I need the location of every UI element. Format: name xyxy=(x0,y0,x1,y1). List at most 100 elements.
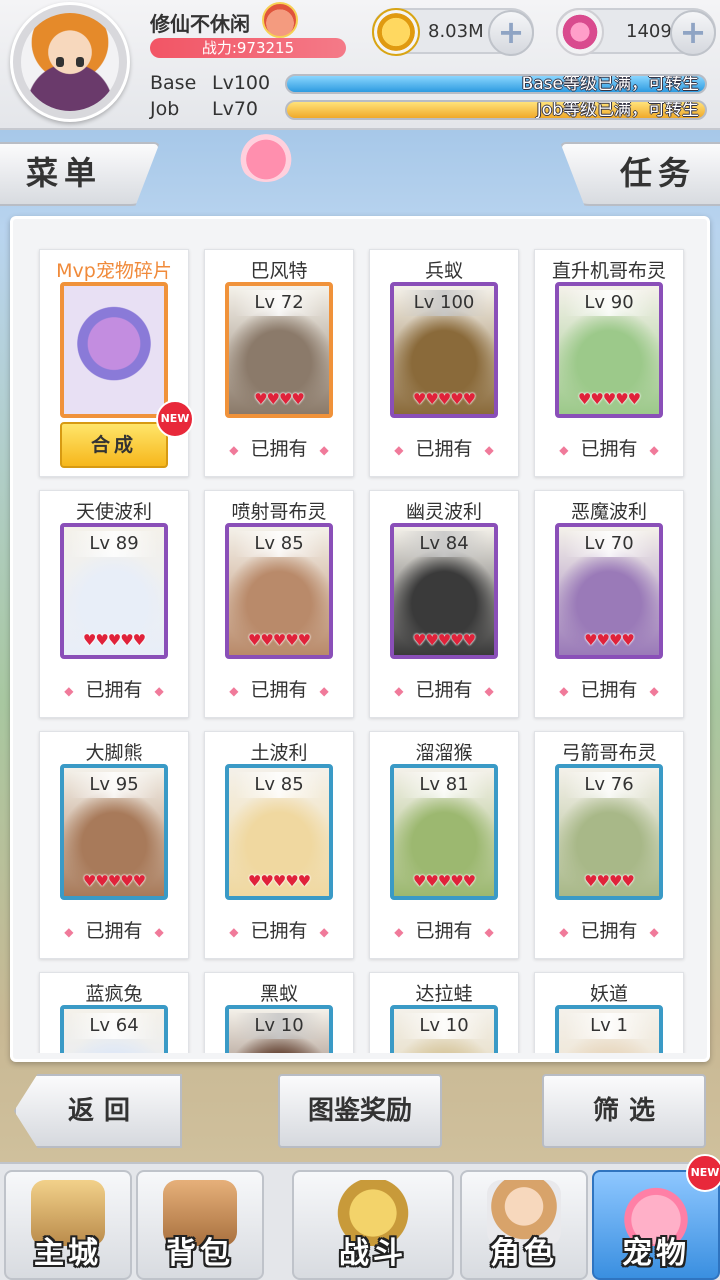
pet-grid[interactable]: Mvp宠物碎片 合成 NEW 巴风特 Lv 72 ♥♥♥♥ ◆ 已拥有 ◆ 兵蚁 Lv 100… xyxy=(13,219,707,1053)
pet-level: Lv 72 xyxy=(235,290,323,316)
pet-card[interactable]: 黑蚁Lv 10◆已拥有◆ xyxy=(204,972,354,1053)
owned-label: 已拥有 xyxy=(415,920,473,942)
diamond-icon: ◆ xyxy=(649,442,659,457)
pet-card[interactable]: 幽灵波利 Lv 84 ♥♥♥♥♥ ◆ 已拥有 ◆ xyxy=(369,490,519,718)
mvp-fragment-orb xyxy=(60,282,168,418)
pet-name: 兵蚁 xyxy=(424,260,463,282)
pet-new-badge: NEW xyxy=(686,1154,720,1192)
pet-card[interactable]: 大脚熊 Lv 95 ♥♥♥♥♥ ◆ 已拥有 ◆ xyxy=(39,731,189,959)
pet-portrait: Lv 10 xyxy=(225,1005,333,1053)
top-hud: 修仙不休闲 战力:973215 8.03M + 1409 + Base Lv10… xyxy=(0,0,720,130)
pet-level: Lv 90 xyxy=(565,290,653,316)
pet-level: Lv 95 xyxy=(70,772,158,798)
nav-battle-label: 战斗 xyxy=(339,1236,407,1271)
pet-star-hearts: ♥♥♥♥♥ xyxy=(412,872,476,890)
album-reward-button[interactable]: 图鉴奖励 xyxy=(278,1074,442,1148)
combat-power: 战力:973215 xyxy=(150,38,346,58)
pet-star-hearts: ♥♥♥♥ xyxy=(584,631,635,649)
pet-star-hearts: ♥♥♥♥♥ xyxy=(412,390,476,408)
pet-portrait: Lv 1 xyxy=(555,1005,663,1053)
pet-card[interactable]: 天使波利 Lv 89 ♥♥♥♥♥ ◆ 已拥有 ◆ xyxy=(39,490,189,718)
owned-status: ◆ 已拥有 ◆ xyxy=(40,675,188,702)
pet-portrait: Lv 70 ♥♥♥♥ xyxy=(555,523,663,659)
bottom-nav: 主城 背包 战斗 角色 宠物 NEW xyxy=(0,1154,720,1280)
craft-button[interactable]: 合成 xyxy=(60,422,168,468)
nav-battle[interactable]: 战斗 xyxy=(292,1170,454,1280)
owned-label: 已拥有 xyxy=(415,438,473,460)
task-tab[interactable]: 任务 xyxy=(560,142,720,206)
owned-label: 已拥有 xyxy=(85,920,143,942)
pet-portrait: Lv 84 ♥♥♥♥♥ xyxy=(390,523,498,659)
owned-label: 已拥有 xyxy=(580,679,638,701)
pet-portrait: Lv 85 ♥♥♥♥♥ xyxy=(225,523,333,659)
owned-label: 已拥有 xyxy=(580,920,638,942)
pet-portrait: Lv 100 ♥♥♥♥♥ xyxy=(390,282,498,418)
add-gems-button[interactable]: + xyxy=(670,10,716,56)
pet-portrait: Lv 64 xyxy=(60,1005,168,1053)
pet-portrait: Lv 10 xyxy=(390,1005,498,1053)
filter-button[interactable]: 筛选 xyxy=(542,1074,706,1148)
pet-name: 弓箭哥布灵 xyxy=(561,742,657,764)
pet-portrait: Lv 90 ♥♥♥♥♥ xyxy=(555,282,663,418)
nav-role[interactable]: 角色 xyxy=(460,1170,588,1280)
pet-level: Lv 64 xyxy=(70,1013,158,1039)
menu-tab[interactable]: 菜单 xyxy=(0,142,160,206)
pet-level: Lv 10 xyxy=(400,1013,488,1039)
pet-card[interactable]: 蓝疯兔Lv 64◆已拥有◆ xyxy=(39,972,189,1053)
pet-portrait: Lv 76 ♥♥♥♥ xyxy=(555,764,663,900)
pet-card[interactable]: 喷射哥布灵 Lv 85 ♥♥♥♥♥ ◆ 已拥有 ◆ xyxy=(204,490,354,718)
diamond-icon: ◆ xyxy=(229,442,239,457)
avatar-image xyxy=(21,13,119,111)
gem-value: 1409 xyxy=(626,21,672,42)
pet-name: 土波利 xyxy=(250,742,308,764)
back-button[interactable]: 返回 xyxy=(14,1074,182,1148)
pet-card[interactable]: 土波利 Lv 85 ♥♥♥♥♥ ◆ 已拥有 ◆ xyxy=(204,731,354,959)
floating-poring-icon[interactable] xyxy=(238,132,294,182)
pet-album-panel: Mvp宠物碎片 合成 NEW 巴风特 Lv 72 ♥♥♥♥ ◆ 已拥有 ◆ 兵蚁 Lv 100… xyxy=(10,216,710,1062)
diamond-icon: ◆ xyxy=(559,683,569,698)
nav-bag[interactable]: 背包 xyxy=(136,1170,264,1280)
pet-portrait: Lv 72 ♥♥♥♥ xyxy=(225,282,333,418)
diamond-icon: ◆ xyxy=(319,442,329,457)
add-coins-button[interactable]: + xyxy=(488,10,534,56)
owned-status: ◆ 已拥有 ◆ xyxy=(40,916,188,943)
nav-role-label: 角色 xyxy=(490,1236,558,1271)
pet-star-hearts: ♥♥♥♥♥ xyxy=(412,631,476,649)
job-label: Job xyxy=(150,98,180,120)
pet-card[interactable]: 兵蚁 Lv 100 ♥♥♥♥♥ ◆ 已拥有 ◆ xyxy=(369,249,519,477)
pet-level: Lv 84 xyxy=(400,531,488,557)
pet-card[interactable]: 巴风特 Lv 72 ♥♥♥♥ ◆ 已拥有 ◆ xyxy=(204,249,354,477)
nav-city[interactable]: 主城 xyxy=(4,1170,132,1280)
diamond-icon: ◆ xyxy=(154,683,164,698)
player-avatar[interactable] xyxy=(10,2,130,122)
diamond-icon: ◆ xyxy=(394,683,404,698)
pet-name: 幽灵波利 xyxy=(405,501,482,523)
gem-counter: 1409 + xyxy=(556,8,716,56)
owned-label: 已拥有 xyxy=(250,438,308,460)
pet-card[interactable]: 妖道Lv 1◆已拥有◆ xyxy=(534,972,684,1053)
pet-name: 巴风特 xyxy=(250,260,308,282)
job-exp-bar: Job等级已满，可转生 xyxy=(285,100,707,120)
owned-label: 已拥有 xyxy=(415,679,473,701)
diamond-icon: ◆ xyxy=(484,442,494,457)
pet-card[interactable]: 溜溜猴 Lv 81 ♥♥♥♥♥ ◆ 已拥有 ◆ xyxy=(369,731,519,959)
mvp-fragment-title: Mvp宠物碎片 xyxy=(56,260,172,282)
pet-star-hearts: ♥♥♥♥ xyxy=(254,390,305,408)
diamond-icon: ◆ xyxy=(559,442,569,457)
diamond-icon: ◆ xyxy=(229,924,239,939)
pet-card[interactable]: 直升机哥布灵 Lv 90 ♥♥♥♥♥ ◆ 已拥有 ◆ xyxy=(534,249,684,477)
pet-card[interactable]: 弓箭哥布灵 Lv 76 ♥♥♥♥ ◆ 已拥有 ◆ xyxy=(534,731,684,959)
pet-name: 黑蚁 xyxy=(259,983,298,1005)
pet-name: 天使波利 xyxy=(75,501,152,523)
diamond-icon: ◆ xyxy=(649,924,659,939)
owned-status: ◆ 已拥有 ◆ xyxy=(370,675,518,702)
diamond-icon: ◆ xyxy=(394,442,404,457)
pet-card[interactable]: 恶魔波利 Lv 70 ♥♥♥♥ ◆ 已拥有 ◆ xyxy=(534,490,684,718)
pet-card[interactable]: 达拉蛙Lv 10◆已拥有◆ xyxy=(369,972,519,1053)
diamond-icon: ◆ xyxy=(64,924,74,939)
base-level: Lv100 xyxy=(212,72,271,94)
job-level: Lv70 xyxy=(212,98,259,120)
diamond-icon: ◆ xyxy=(394,924,404,939)
pet-star-hearts: ♥♥♥♥♥ xyxy=(247,872,311,890)
owned-status: ◆ 已拥有 ◆ xyxy=(535,434,683,461)
